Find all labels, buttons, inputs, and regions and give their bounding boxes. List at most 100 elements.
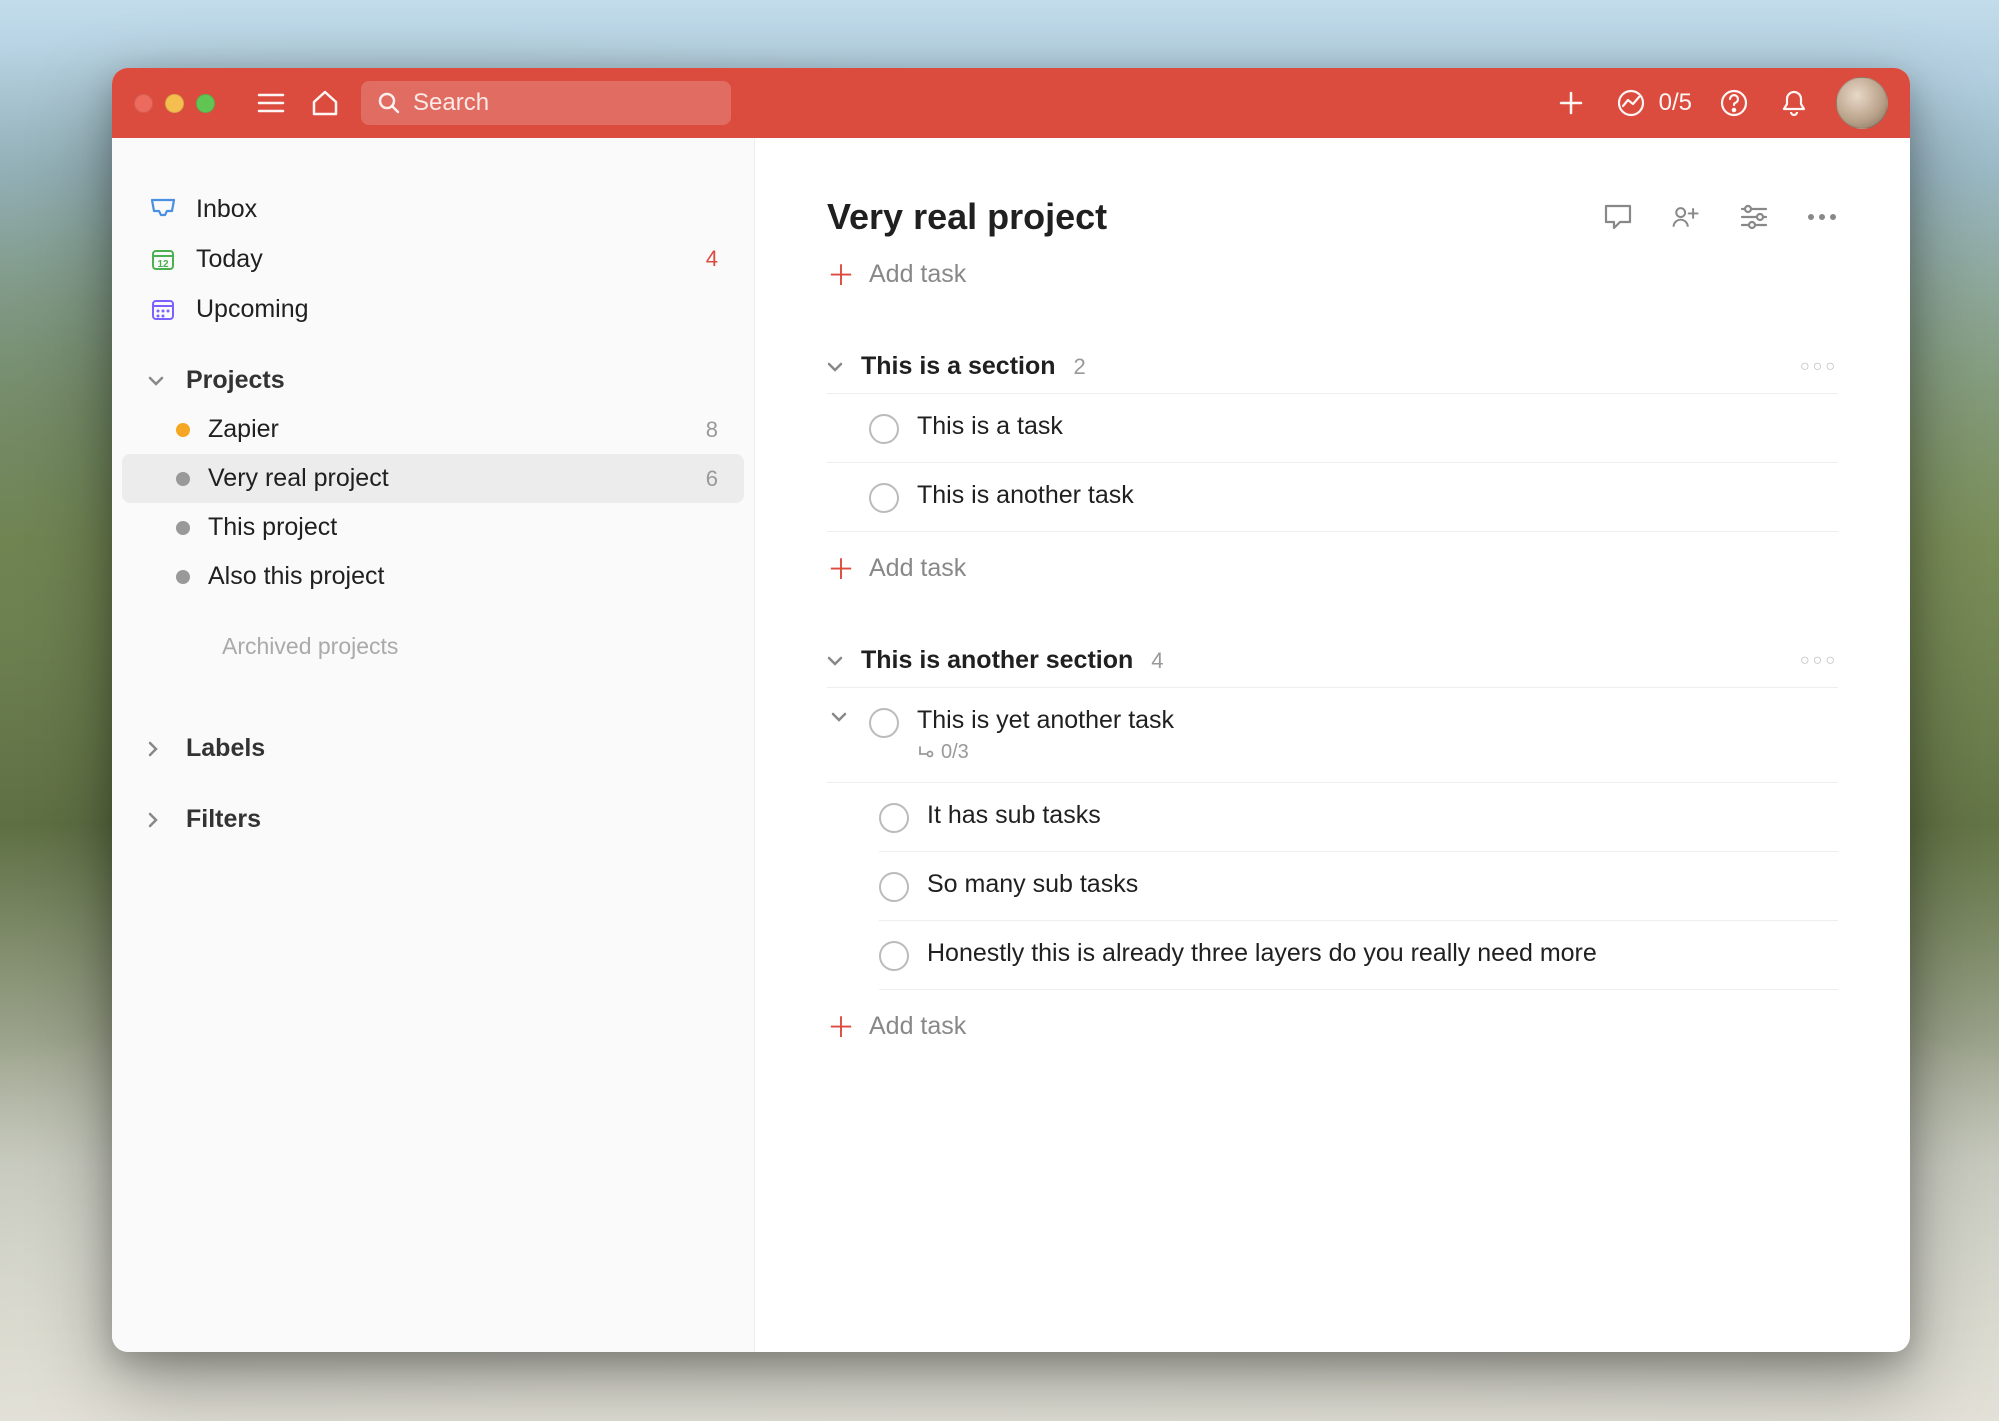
task-row[interactable]: Honestly this is already three layers do… [879, 921, 1838, 990]
sidebar: Inbox 12 Today 4 Upcoming Pr [112, 138, 755, 1352]
task-row[interactable]: This is another task [827, 463, 1838, 532]
section-more-icon[interactable]: ○○○ [1800, 652, 1838, 670]
sidebar-heading-label: Projects [186, 366, 285, 395]
project-color-dot [176, 570, 190, 584]
home-icon[interactable] [307, 85, 343, 121]
sidebar-item-upcoming[interactable]: Upcoming [122, 284, 744, 334]
plus-icon: ＋ [827, 548, 851, 588]
sidebar-item-label: Today [196, 245, 263, 274]
sidebar-project-item[interactable]: Very real project 6 [122, 454, 744, 503]
sidebar-item-label: Inbox [196, 195, 257, 224]
plus-icon: ＋ [827, 1006, 851, 1046]
task-checkbox[interactable] [869, 483, 899, 513]
task-caret-spacer [827, 481, 851, 487]
project-count: 6 [706, 466, 718, 492]
notifications-icon[interactable] [1776, 85, 1812, 121]
sidebar-item-label: Upcoming [196, 295, 309, 324]
subtask-progress: 0/3 [917, 741, 1838, 764]
task-checkbox[interactable] [869, 414, 899, 444]
project-label: Also this project [208, 562, 700, 591]
task-title: This is a task [917, 412, 1838, 441]
chevron-right-icon [148, 812, 168, 828]
task-checkbox[interactable] [879, 803, 909, 833]
project-label: This project [208, 513, 700, 542]
section-count: 2 [1074, 354, 1086, 380]
chevron-down-icon [827, 656, 849, 666]
add-task-in-section[interactable]: ＋ Add task [827, 990, 1838, 1062]
add-task-label: Add task [869, 554, 966, 583]
sidebar-labels-heading[interactable]: Labels [122, 724, 744, 773]
calendar-today-icon: 12 [148, 244, 178, 274]
quick-add-icon[interactable] [1553, 85, 1589, 121]
sidebar-item-today[interactable]: 12 Today 4 [122, 234, 744, 284]
chevron-right-icon [148, 741, 168, 757]
add-task-in-section[interactable]: ＋ Add task [827, 532, 1838, 604]
titlebar: 0/5 [112, 68, 1910, 138]
avatar[interactable] [1836, 77, 1888, 129]
sidebar-heading-label: Labels [186, 734, 265, 763]
task-row[interactable]: This is a task [827, 394, 1838, 463]
task-row[interactable]: This is yet another task 0/3 [827, 688, 1838, 783]
task-row[interactable]: So many sub tasks [879, 852, 1838, 921]
task-caret-spacer [827, 412, 851, 418]
page-title: Very real project [827, 196, 1107, 238]
help-icon[interactable] [1716, 85, 1752, 121]
project-color-dot [176, 472, 190, 486]
section-more-icon[interactable]: ○○○ [1800, 358, 1838, 376]
chevron-down-icon [148, 376, 168, 386]
task-checkbox[interactable] [869, 708, 899, 738]
sidebar-project-item[interactable]: Also this project [122, 552, 744, 601]
subtask-list: It has sub tasks So many sub tasks Hones… [827, 783, 1838, 990]
window-controls [134, 94, 215, 113]
chevron-down-icon [827, 362, 849, 372]
project-label: Zapier [208, 415, 688, 444]
more-icon[interactable] [1806, 201, 1838, 233]
sidebar-filters-heading[interactable]: Filters [122, 795, 744, 844]
svg-text:12: 12 [157, 259, 169, 270]
calendar-upcoming-icon [148, 294, 178, 324]
section-title: This is another section [861, 646, 1133, 675]
sidebar-projects-heading[interactable]: Projects [122, 356, 744, 405]
sidebar-item-inbox[interactable]: Inbox [122, 184, 744, 234]
project-color-dot [176, 423, 190, 437]
sidebar-heading-label: Filters [186, 805, 261, 834]
section-header[interactable]: This is another section 4 ○○○ [827, 646, 1838, 688]
app-window: 0/5 Inbox 12 [112, 68, 1910, 1352]
titlebar-right: 0/5 [1553, 77, 1888, 129]
plus-icon: ＋ [827, 254, 851, 294]
task-title: This is yet another task [917, 706, 1838, 735]
sidebar-project-item[interactable]: This project [122, 503, 744, 552]
view-options-icon[interactable] [1738, 201, 1770, 233]
sidebar-project-item[interactable]: Zapier 8 [122, 405, 744, 454]
section-count: 4 [1151, 648, 1163, 674]
sidebar-item-count: 4 [706, 246, 718, 272]
add-task-top[interactable]: ＋ Add task [827, 238, 1838, 310]
minimize-window-button[interactable] [165, 94, 184, 113]
close-window-button[interactable] [134, 94, 153, 113]
search-icon [377, 91, 401, 115]
archived-label: Archived projects [222, 633, 398, 659]
task-title: It has sub tasks [927, 801, 1838, 830]
main-header: Very real project [827, 196, 1838, 238]
section-header[interactable]: This is a section 2 ○○○ [827, 352, 1838, 394]
comments-icon[interactable] [1602, 201, 1634, 233]
project-color-dot [176, 521, 190, 535]
search-box[interactable] [361, 81, 731, 125]
productivity-icon[interactable] [1613, 85, 1649, 121]
task-row[interactable]: It has sub tasks [879, 783, 1838, 852]
chevron-down-icon[interactable] [827, 706, 851, 722]
task-section: This is another section 4 ○○○ This is ye… [827, 646, 1838, 1062]
sidebar-archived-projects[interactable]: Archived projects [122, 619, 744, 674]
task-checkbox[interactable] [879, 872, 909, 902]
task-title: This is another task [917, 481, 1838, 510]
productivity-count[interactable]: 0/5 [1659, 89, 1692, 117]
search-input[interactable] [413, 89, 715, 117]
task-title: Honestly this is already three layers do… [927, 939, 1838, 968]
add-task-label: Add task [869, 1012, 966, 1041]
project-label: Very real project [208, 464, 688, 493]
zoom-window-button[interactable] [196, 94, 215, 113]
task-checkbox[interactable] [879, 941, 909, 971]
section-title: This is a section [861, 352, 1056, 381]
share-icon[interactable] [1670, 201, 1702, 233]
menu-icon[interactable] [253, 85, 289, 121]
